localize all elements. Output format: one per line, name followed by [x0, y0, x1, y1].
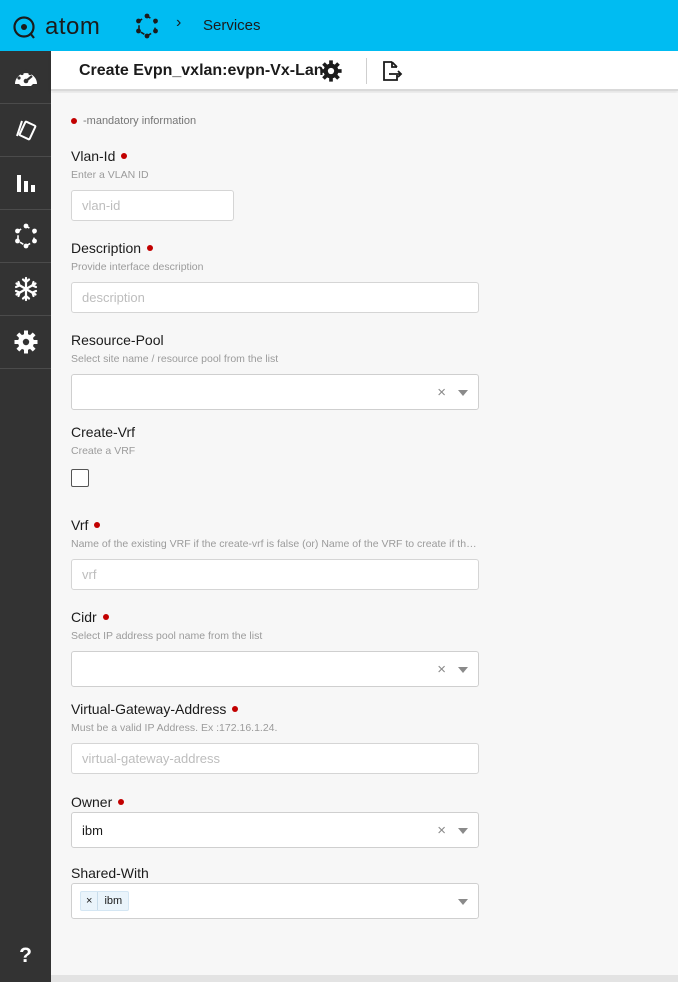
resource-pool-select[interactable]: ×	[71, 374, 479, 410]
logo-text: atom	[45, 13, 101, 40]
resource-pool-label: Resource-Pool	[71, 332, 164, 348]
snowflake-icon	[14, 276, 37, 302]
required-indicator	[118, 799, 125, 805]
top-bar: atom › Services	[0, 0, 678, 51]
chevron-down-icon[interactable]	[458, 828, 468, 834]
owner-label: Owner	[71, 793, 479, 811]
sidebar-item-freeze[interactable]	[0, 263, 51, 316]
chevron-down-icon[interactable]	[458, 899, 468, 905]
resource-pool-hint: Select site name / resource pool from th…	[71, 353, 279, 365]
vlan-id-hint: Enter a VLAN ID	[71, 169, 149, 181]
page-header: Create Evpn_vxlan:evpn-Vx-Lan	[51, 51, 678, 91]
vrf-label: Vrf	[71, 516, 479, 534]
shared-with-tag: × ibm	[80, 891, 130, 911]
shared-with-select[interactable]: × ibm	[71, 883, 479, 919]
chevron-down-icon[interactable]	[458, 390, 468, 396]
create-vrf-label: Create-Vrf	[71, 424, 136, 440]
services-icon	[14, 223, 37, 249]
vlan-id-input[interactable]	[71, 190, 234, 221]
description-field: Description Provide interface descriptio…	[71, 239, 479, 313]
sidebar-item-devices[interactable]	[0, 104, 51, 157]
description-label-text: Description	[71, 240, 142, 256]
devices-icon	[15, 120, 36, 141]
virtual-gateway-address-hint: Must be a valid IP Address. Ex :172.16.1…	[71, 722, 278, 734]
vlan-id-field: Vlan-Id Enter a VLAN ID	[71, 147, 479, 221]
virtual-gateway-address-label-text: Virtual-Gateway-Address	[71, 701, 227, 717]
gear-icon[interactable]	[319, 59, 343, 83]
required-indicator	[232, 706, 239, 712]
cidr-select[interactable]: ×	[71, 651, 479, 687]
sidebar-item-analytics[interactable]	[0, 157, 51, 210]
required-indicator	[71, 118, 77, 125]
dashboard-icon	[14, 69, 37, 86]
tag-remove-icon[interactable]: ×	[81, 892, 99, 910]
create-vrf-checkbox[interactable]	[71, 469, 89, 487]
clear-icon[interactable]: ×	[437, 822, 446, 839]
vlan-id-label: Vlan-Id	[71, 147, 479, 165]
required-indicator	[94, 522, 101, 528]
virtual-gateway-address-input[interactable]	[71, 743, 479, 774]
vrf-input[interactable]	[71, 559, 479, 590]
breadcrumb-chevron-icon: ›	[176, 14, 182, 31]
cidr-label: Cidr	[71, 608, 479, 626]
owner-field: Owner ibm ×	[71, 793, 479, 848]
clear-icon[interactable]: ×	[437, 384, 446, 401]
vlan-id-label-text: Vlan-Id	[71, 148, 116, 164]
description-label: Description	[71, 239, 479, 257]
description-input[interactable]	[71, 282, 479, 313]
mandatory-note: -mandatory information	[71, 115, 196, 127]
export-icon[interactable]	[379, 59, 403, 83]
cidr-label-text: Cidr	[71, 609, 97, 625]
vrf-label-text: Vrf	[71, 517, 89, 533]
required-indicator	[121, 153, 128, 159]
analytics-icon	[16, 175, 35, 192]
sidebar-item-services[interactable]	[0, 210, 51, 263]
owner-select[interactable]: ibm ×	[71, 812, 479, 848]
virtual-gateway-address-label: Virtual-Gateway-Address	[71, 700, 479, 718]
mandatory-note-text: -mandatory information	[83, 115, 197, 127]
services-icon[interactable]	[135, 13, 159, 39]
sidebar-item-settings[interactable]	[0, 316, 51, 369]
required-indicator	[147, 245, 154, 251]
required-indicator	[102, 614, 109, 620]
owner-label-text: Owner	[71, 794, 113, 810]
sidebar: ?	[0, 51, 51, 982]
cidr-hint: Select IP address pool name from the lis…	[71, 630, 263, 642]
atom-logo[interactable]: atom	[12, 13, 100, 41]
sidebar-item-dashboard[interactable]	[0, 51, 51, 104]
chevron-down-icon[interactable]	[458, 667, 468, 673]
owner-value: ibm	[82, 823, 103, 838]
settings-icon	[14, 330, 37, 354]
vrf-hint: Name of the existing VRF if the create-v…	[71, 538, 479, 550]
shared-with-label: Shared-With	[71, 865, 149, 881]
shared-with-field: Shared-With × ibm	[71, 864, 479, 919]
form-area: -mandatory information Vlan-Id Enter a V…	[51, 93, 678, 978]
description-hint: Provide interface description	[71, 261, 204, 273]
vrf-field: Vrf Name of the existing VRF if the crea…	[71, 516, 479, 590]
create-vrf-hint: Create a VRF	[71, 445, 136, 457]
bottom-scrollbar[interactable]	[51, 975, 678, 982]
create-vrf-field: Create-Vrf Create a VRF	[71, 423, 479, 487]
breadcrumb-services[interactable]: Services	[203, 17, 261, 34]
virtual-gateway-address-field: Virtual-Gateway-Address Must be a valid …	[71, 700, 479, 774]
help-button[interactable]: ?	[0, 939, 51, 973]
clear-icon[interactable]: ×	[437, 661, 446, 678]
cidr-field: Cidr Select IP address pool name from th…	[71, 608, 479, 687]
resource-pool-field: Resource-Pool Select site name / resourc…	[71, 331, 479, 410]
tag-label: ibm	[104, 895, 123, 907]
header-divider	[366, 58, 367, 84]
atom-logo-icon	[13, 15, 35, 39]
page-title: Create Evpn_vxlan:evpn-Vx-Lan	[79, 62, 324, 79]
